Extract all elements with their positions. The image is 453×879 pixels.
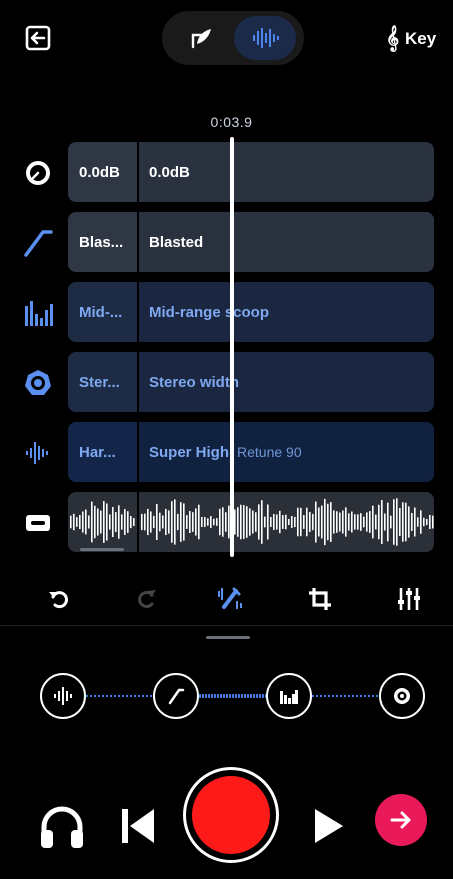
- track-icon-gain[interactable]: [22, 157, 54, 189]
- sheet-handle[interactable]: [206, 636, 250, 639]
- redo-icon: [138, 590, 156, 608]
- track-recording[interactable]: [68, 492, 434, 552]
- mixer-icon: [398, 588, 420, 610]
- magic-edit-icon: [218, 587, 242, 609]
- play-icon: [315, 809, 343, 843]
- track-pitch-sublabel: Retune 90: [237, 444, 302, 460]
- track-eq-long: Mid-range scoop: [139, 282, 434, 342]
- track-pitch-short: Har...: [68, 422, 137, 482]
- undo-icon: [49, 591, 68, 609]
- crop-icon: [309, 588, 331, 610]
- mode-edit-button[interactable]: [170, 16, 232, 60]
- treble-clef-icon: 𝄞: [386, 26, 400, 51]
- chain-connector: [312, 695, 380, 697]
- track-icon-recording[interactable]: [22, 507, 54, 539]
- track-drive-short: Blas...: [68, 212, 137, 272]
- arrow-right-icon: [390, 811, 411, 829]
- track-eq[interactable]: Mid-... Mid-range scoop: [68, 282, 434, 342]
- track-stereo-long: Stereo width: [139, 352, 434, 412]
- track-eq-short: Mid-...: [68, 282, 137, 342]
- track-gain-short: 0.0dB: [68, 142, 137, 202]
- eq-bars-icon: [25, 301, 53, 326]
- waveform-icon: [253, 28, 279, 48]
- crop-button[interactable]: [305, 584, 335, 614]
- magic-edit-button[interactable]: [215, 584, 245, 614]
- next-button[interactable]: [375, 794, 427, 846]
- track-drive-long: Blasted: [139, 212, 434, 272]
- quill-icon: [191, 29, 211, 49]
- scroll-indicator: [80, 548, 124, 551]
- chain-node-pitch[interactable]: [40, 673, 86, 719]
- redo-button[interactable]: [131, 584, 161, 614]
- chain-node-stereo[interactable]: [379, 673, 425, 719]
- gauge-icon: [26, 161, 50, 185]
- track-icon-eq[interactable]: [22, 297, 54, 329]
- skip-back-icon: [122, 809, 154, 843]
- playhead-time: 0:03.9: [210, 114, 253, 130]
- key-button[interactable]: 𝄞 Key: [386, 24, 436, 54]
- monitor-button[interactable]: [38, 803, 86, 851]
- pitch-wave-icon: [26, 442, 48, 464]
- play-button[interactable]: [312, 806, 346, 846]
- track-gain-long: 0.0dB: [139, 142, 434, 202]
- chain-pitch-icon: [54, 687, 72, 705]
- track-icon-stereo[interactable]: [22, 367, 54, 399]
- headphones-icon: [41, 806, 83, 848]
- mode-switcher: [162, 11, 304, 65]
- slope-icon: [24, 230, 53, 257]
- undo-button[interactable]: [44, 584, 74, 614]
- playhead[interactable]: [230, 137, 234, 557]
- chain-connector: [86, 695, 154, 697]
- track-drive-label: Blasted: [149, 233, 204, 251]
- chain-eq-icon: [280, 690, 298, 704]
- mode-wave-button[interactable]: [234, 16, 296, 60]
- track-stereo-short: Ster...: [68, 352, 137, 412]
- track-drive[interactable]: Blas... Blasted: [68, 212, 434, 272]
- track-icon-pitch[interactable]: [22, 437, 54, 469]
- chain-node-eq[interactable]: [266, 673, 312, 719]
- track-pitch[interactable]: Har... Super High Retune 90: [68, 422, 434, 482]
- track-pitch-label: Super High: [149, 443, 230, 461]
- recording-waveform-left: [68, 492, 137, 552]
- chain-node-drive[interactable]: [153, 673, 199, 719]
- track-eq-label: Mid-range scoop: [149, 303, 270, 321]
- mixer-button[interactable]: [394, 584, 424, 614]
- chain-slope-icon: [168, 688, 185, 705]
- record-icon: [192, 776, 270, 854]
- record-button[interactable]: [183, 767, 279, 863]
- waveform-clip-main: [141, 498, 434, 546]
- waveform-clip-left: [70, 501, 135, 543]
- recording-waveform-main: [139, 492, 434, 552]
- key-label: Key: [405, 29, 437, 48]
- track-stereo[interactable]: Ster... Stereo width: [68, 352, 434, 412]
- chain-stereo-icon: [394, 688, 410, 704]
- stereo-ring-icon: [25, 370, 51, 395]
- skip-back-button[interactable]: [120, 806, 156, 846]
- track-stereo-label: Stereo width: [149, 373, 240, 391]
- panel-divider: [0, 625, 453, 626]
- track-gain-label: 0.0dB: [149, 163, 190, 181]
- track-icon-drive[interactable]: [22, 227, 54, 259]
- tape-icon: [26, 515, 50, 531]
- track-gain[interactable]: 0.0dB 0.0dB: [68, 142, 434, 202]
- exit-icon: [25, 25, 51, 51]
- track-pitch-long: Super High Retune 90: [139, 422, 434, 482]
- chain-connector: [199, 694, 267, 698]
- exit-button[interactable]: [24, 24, 52, 52]
